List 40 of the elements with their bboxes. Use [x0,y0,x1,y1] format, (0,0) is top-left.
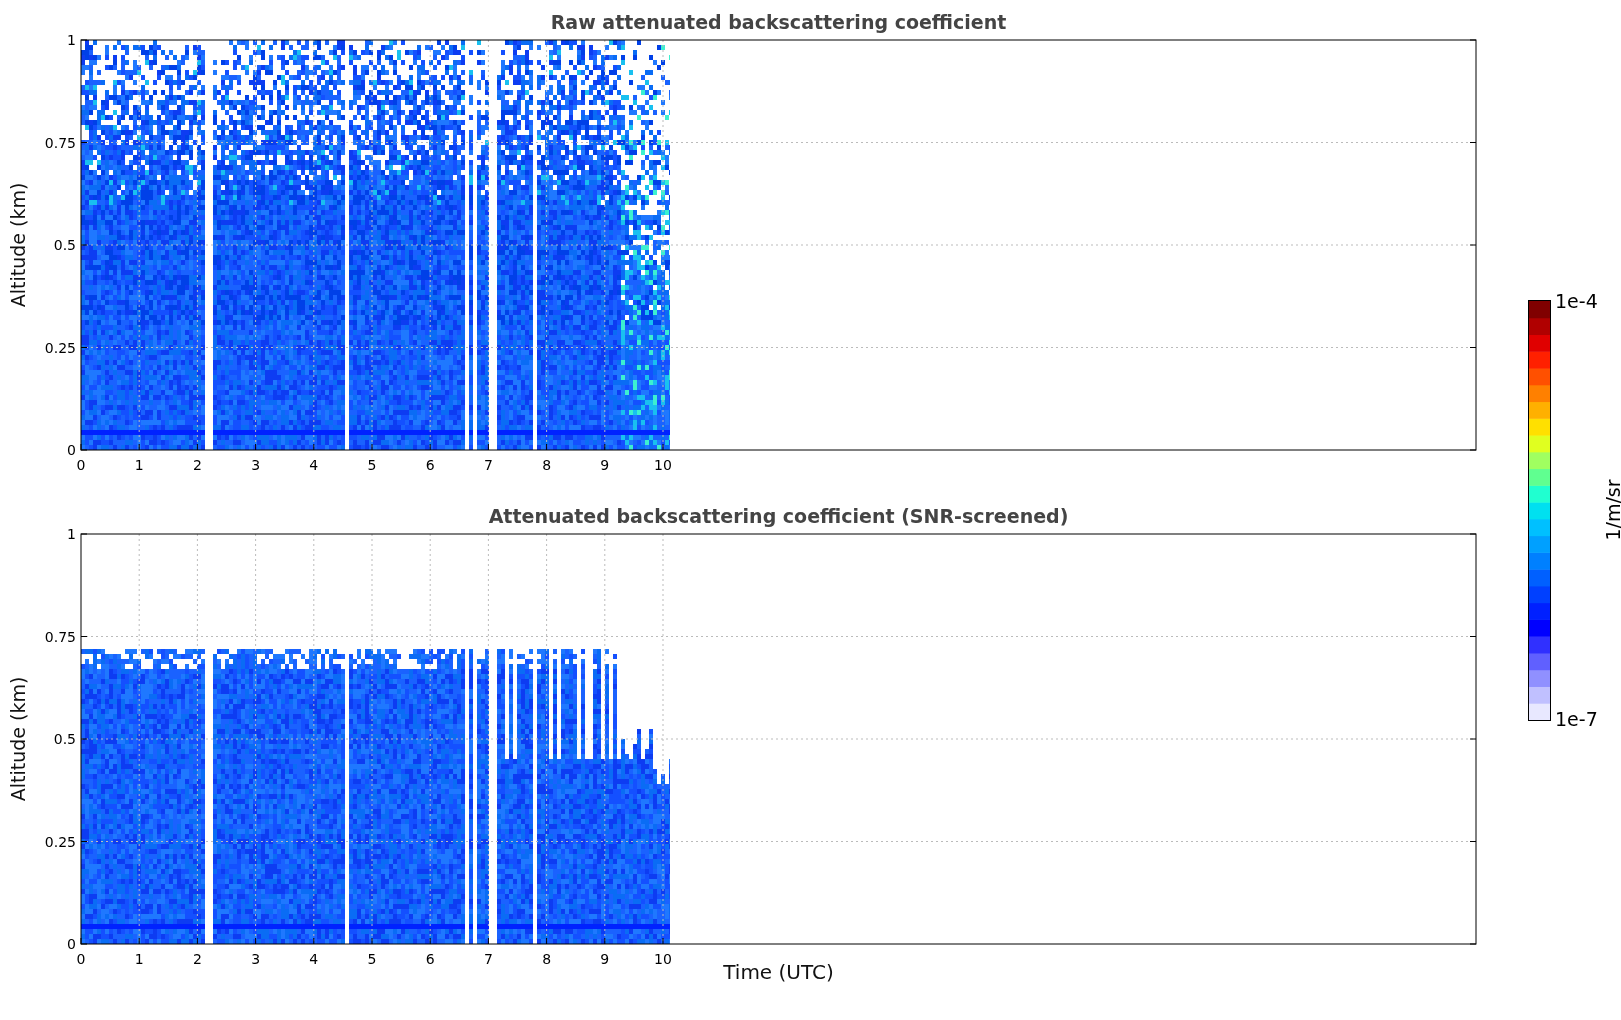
tick-label: 1 [67,526,76,542]
tick-label: 0 [76,951,86,964]
colorbar-tick-label: 1e-4 [1555,290,1598,312]
tick-label: 8 [542,457,552,470]
tick-label: 4 [309,457,319,470]
tick-label: 0 [76,457,86,470]
tick-label: 0.5 [53,237,76,253]
tick-label: 0.25 [44,833,76,850]
tick-label: 0.75 [44,134,76,151]
axis-label: Altitude (km) [7,676,29,802]
colorbar-label: 1/m/sr [1601,479,1621,541]
tick-label: 3 [251,457,261,470]
tick-label: 3 [251,951,261,964]
tick-label: 0.75 [44,628,76,645]
tick-label: 2 [192,457,202,470]
axis-label: Altitude (km) [7,182,29,308]
tick-label: 7 [483,457,493,470]
chart-title: Raw attenuated backscattering coefficient [550,11,1007,33]
tick-label: 2 [192,951,202,964]
tick-label: 7 [483,951,493,964]
tick-label: 10 [654,457,672,470]
tick-label: 9 [600,457,610,470]
colorbar-tick-label: 1e-7 [1555,708,1598,730]
tick-label: 1 [134,951,144,964]
tick-label: 8 [542,951,552,964]
tick-label: 1 [134,457,144,470]
tick-label: 10 [654,951,672,964]
tick-label: 0 [67,936,76,952]
tick-label: 4 [309,951,319,964]
tick-label: 0 [67,442,76,458]
tick-label: 6 [425,951,435,964]
tick-label: 5 [367,951,377,964]
tick-label: 9 [600,951,610,964]
tick-label: 0.5 [53,731,76,747]
tick-label: 1 [67,32,76,48]
tick-label: 5 [367,457,377,470]
chart-title: Attenuated backscattering coefficient (SNR-screened) [488,505,1069,527]
axis-label: Time (UTC) [723,960,834,984]
tick-label: 0.25 [44,339,76,356]
tick-label: 6 [425,457,435,470]
